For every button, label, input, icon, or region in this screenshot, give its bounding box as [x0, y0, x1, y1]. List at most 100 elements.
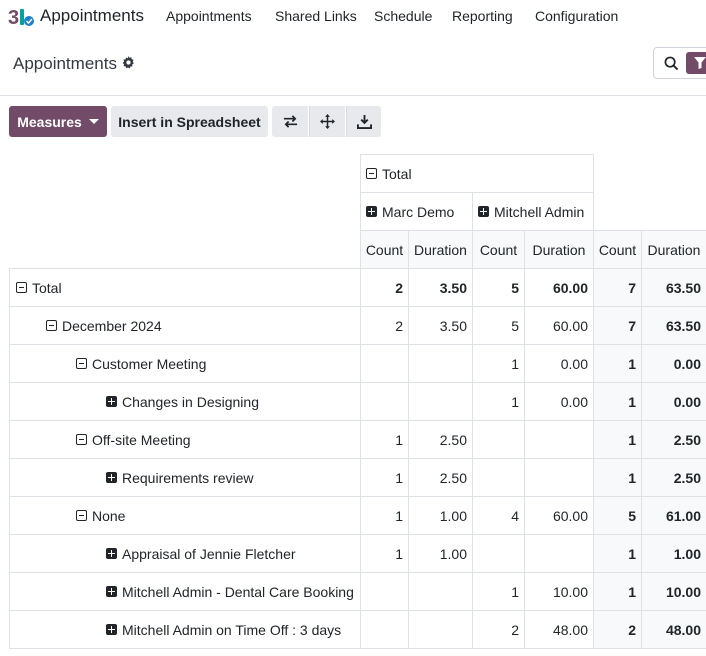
flip-axis-button[interactable] [272, 106, 308, 137]
row-header-label: Total [32, 279, 62, 296]
pivot-cell[interactable]: 1.00 [408, 534, 473, 573]
pivot-cell[interactable]: 0.00 [641, 382, 706, 421]
gear-icon[interactable] [122, 56, 135, 69]
pivot-cell[interactable]: 1 [593, 458, 642, 497]
pivot-cell[interactable]: 0.00 [524, 382, 594, 421]
download-button[interactable] [346, 106, 381, 137]
pivot-cell[interactable]: 0.00 [641, 344, 706, 383]
expand-all-button[interactable] [309, 106, 345, 137]
col-header-total[interactable]: Total [360, 154, 594, 193]
pivot-cell[interactable]: 2 [360, 306, 409, 345]
measure-header[interactable]: Duration [641, 230, 706, 269]
menu-reporting[interactable]: Reporting [452, 8, 513, 24]
pivot-cell[interactable]: 1 [593, 534, 642, 573]
appointments-app-icon[interactable]: 3 [8, 6, 34, 28]
expand-icon[interactable] [478, 206, 489, 217]
pivot-cell[interactable]: 60.00 [524, 306, 594, 345]
pivot-cell[interactable]: 1 [360, 458, 409, 497]
pivot-cell[interactable]: 1 [593, 344, 642, 383]
pivot-cell[interactable]: 2.50 [641, 458, 706, 497]
menu-configuration[interactable]: Configuration [535, 8, 618, 24]
pivot-cell[interactable]: 10.00 [641, 572, 706, 611]
control-panel: Appointments [0, 34, 706, 96]
row-header[interactable]: None [9, 496, 361, 535]
pivot-cell[interactable]: 2.50 [641, 420, 706, 459]
row-header[interactable]: Total [9, 268, 361, 307]
pivot-cell[interactable]: 1 [360, 420, 409, 459]
pivot-cell[interactable]: 48.00 [524, 610, 594, 649]
filter-icon [694, 57, 706, 69]
row-header[interactable]: Customer Meeting [9, 344, 361, 383]
pivot-cell[interactable]: 63.50 [641, 268, 706, 307]
expand-icon[interactable] [106, 396, 117, 407]
pivot-cell[interactable]: 1.00 [641, 534, 706, 573]
pivot-cell[interactable]: 1 [360, 534, 409, 573]
search-bar[interactable] [653, 47, 706, 79]
pivot-cell[interactable]: 1 [593, 382, 642, 421]
menu-appointments[interactable]: Appointments [166, 8, 252, 24]
measures-button[interactable]: Measures [9, 106, 107, 137]
pivot-cell[interactable]: 48.00 [641, 610, 706, 649]
pivot-cell[interactable]: 7 [593, 306, 642, 345]
collapse-icon[interactable] [76, 358, 87, 369]
menu-schedule[interactable]: Schedule [374, 8, 432, 24]
pivot-cell[interactable]: 1 [360, 496, 409, 535]
pivot-table: Total Marc Demo Mitchell Admin Count Dur… [0, 0, 706, 656]
row-header[interactable]: Mitchell Admin - Dental Care Booking [9, 572, 361, 611]
pivot-cell[interactable]: 10.00 [524, 572, 594, 611]
collapse-icon[interactable] [76, 434, 87, 445]
row-header[interactable]: December 2024 [9, 306, 361, 345]
pivot-cell[interactable]: 3.50 [408, 268, 473, 307]
pivot-cell[interactable]: 2 [593, 610, 642, 649]
pivot-cell[interactable]: 0.00 [524, 344, 594, 383]
expand-icon[interactable] [106, 548, 117, 559]
col-header-mitchell-admin[interactable]: Mitchell Admin [472, 192, 594, 231]
expand-icon[interactable] [106, 624, 117, 635]
pivot-cell[interactable]: 60.00 [524, 496, 594, 535]
measure-header[interactable]: Duration [524, 230, 594, 269]
row-header[interactable]: Changes in Designing [9, 382, 361, 421]
collapse-icon[interactable] [46, 320, 57, 331]
measure-header[interactable]: Count [360, 230, 409, 269]
row-header[interactable]: Appraisal of Jennie Fletcher [9, 534, 361, 573]
pivot-cell[interactable]: 60.00 [524, 268, 594, 307]
filter-toggle-button[interactable] [686, 52, 706, 74]
pivot-cell[interactable]: 3.50 [408, 306, 473, 345]
measure-header[interactable]: Count [472, 230, 525, 269]
expand-icon[interactable] [106, 472, 117, 483]
pivot-cell[interactable]: 2.50 [408, 420, 473, 459]
menu-shared-links[interactable]: Shared Links [275, 8, 357, 24]
search-icon[interactable] [664, 56, 679, 71]
pivot-cell[interactable]: 1 [472, 344, 525, 383]
insert-in-spreadsheet-button[interactable]: Insert in Spreadsheet [111, 106, 268, 137]
expand-icon[interactable] [366, 206, 377, 217]
pivot-cell[interactable]: 2.50 [408, 458, 473, 497]
pivot-cell[interactable]: 1.00 [408, 496, 473, 535]
pivot-cell[interactable]: 1 [593, 572, 642, 611]
row-header[interactable]: Requirements review [9, 458, 361, 497]
collapse-icon[interactable] [76, 510, 87, 521]
expand-icon[interactable] [106, 586, 117, 597]
measure-header[interactable]: Duration [408, 230, 473, 269]
pivot-cell[interactable]: 7 [593, 268, 642, 307]
app-name[interactable]: Appointments [40, 6, 144, 26]
pivot-cell[interactable]: 63.50 [641, 306, 706, 345]
collapse-icon[interactable] [366, 168, 377, 179]
pivot-cell[interactable]: 1 [593, 420, 642, 459]
row-header[interactable]: Mitchell Admin on Time Off : 3 days [9, 610, 361, 649]
pivot-cell[interactable]: 2 [360, 268, 409, 307]
row-header[interactable]: Off-site Meeting [9, 420, 361, 459]
pivot-cell[interactable]: 1 [472, 382, 525, 421]
pivot-cell[interactable]: 1 [472, 572, 525, 611]
pivot-cell[interactable]: 2 [472, 610, 525, 649]
collapse-icon[interactable] [16, 282, 27, 293]
pivot-cell [408, 610, 473, 649]
pivot-cell [360, 344, 409, 383]
measure-header[interactable]: Count [593, 230, 642, 269]
pivot-cell[interactable]: 5 [472, 306, 525, 345]
pivot-cell[interactable]: 4 [472, 496, 525, 535]
col-header-marc-demo[interactable]: Marc Demo [360, 192, 473, 231]
pivot-cell[interactable]: 5 [472, 268, 525, 307]
pivot-cell[interactable]: 61.00 [641, 496, 706, 535]
pivot-cell[interactable]: 5 [593, 496, 642, 535]
